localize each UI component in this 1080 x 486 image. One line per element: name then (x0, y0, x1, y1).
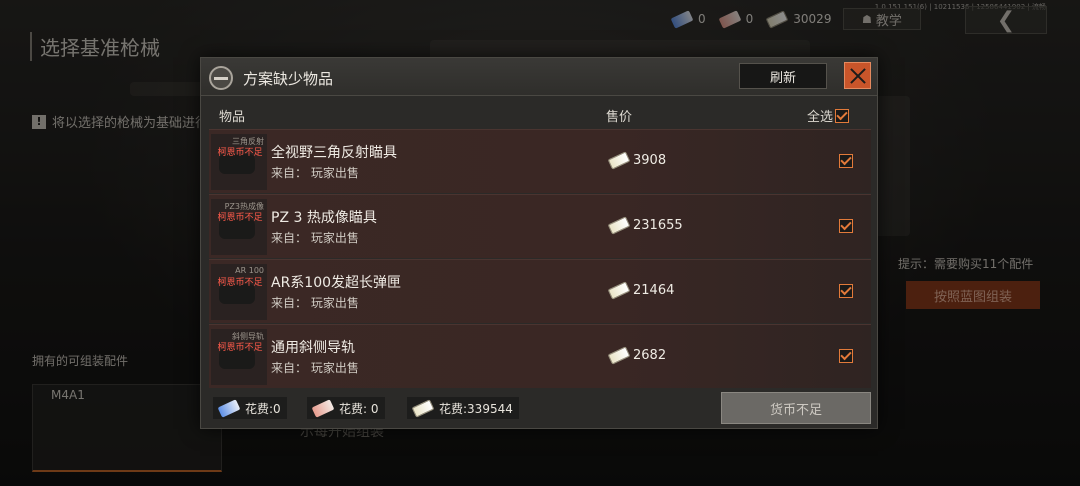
select-all-label: 全选 (807, 110, 834, 125)
item-price: 2682 (607, 346, 667, 365)
cash-icon (607, 216, 631, 235)
column-item: 物品 (219, 110, 246, 125)
select-all[interactable]: 全选 (807, 106, 850, 125)
cost-value: 花费:339544 (439, 401, 513, 416)
insufficient-warning: 柯恩币不足 (217, 213, 263, 223)
item-checkbox[interactable] (839, 349, 853, 363)
item-source: 来自： 玩家出售 (271, 166, 359, 180)
item-thumbnail: 三角反射 柯恩币不足 (211, 134, 267, 190)
dialog-footer: 花费:0 花费: 0 花费:339544 货币不足 (209, 390, 871, 426)
refresh-button[interactable]: 刷新 (739, 63, 827, 89)
item-source: 来自： 玩家出售 (271, 361, 359, 375)
cost-value: 花费:0 (245, 401, 281, 416)
item-name: PZ 3 热成像瞄具 (271, 210, 377, 226)
insufficient-warning: 柯恩币不足 (217, 343, 263, 353)
dialog-header: 方案缺少物品 刷新 (201, 58, 877, 96)
blue-chip-icon (217, 398, 241, 418)
cash-icon (411, 398, 435, 418)
item-thumbnail: PZ3热成像 柯恩币不足 (211, 199, 267, 255)
item-thumbnail: AR 100 柯恩币不足 (211, 264, 267, 320)
price-value: 231655 (633, 218, 683, 233)
cash-icon (607, 281, 631, 300)
price-value: 2682 (633, 348, 667, 363)
list-item[interactable]: 三角反射 柯恩币不足 全视野三角反射瞄具 来自： 玩家出售 3908 (209, 129, 871, 193)
item-price: 3908 (607, 151, 667, 170)
item-source: 来自： 玩家出售 (271, 296, 359, 310)
cost-pink: 花费: 0 (307, 397, 385, 419)
cost-value: 花费: 0 (339, 401, 379, 416)
missing-items-dialog: 方案缺少物品 刷新 物品 售价 全选 三角反射 柯恩币不足 全视野三角反射瞄具 … (200, 57, 878, 429)
price-value: 3908 (633, 153, 667, 168)
item-price: 21464 (607, 281, 675, 300)
dialog-title: 方案缺少物品 (243, 70, 334, 88)
insufficient-warning: 柯恩币不足 (217, 278, 263, 288)
thumb-tag: AR 100 (235, 266, 264, 275)
cash-icon (607, 346, 631, 365)
item-name: 通用斜侧导轨 (271, 340, 355, 356)
list-item[interactable]: AR 100 柯恩币不足 AR系100发超长弹匣 来自： 玩家出售 21464 (209, 259, 871, 323)
cost-blue: 花费:0 (213, 397, 287, 419)
insufficient-currency-button[interactable]: 货币不足 (721, 392, 871, 424)
item-checkbox[interactable] (839, 284, 853, 298)
list-item[interactable]: 斜侧导轨 柯恩币不足 通用斜侧导轨 来自： 玩家出售 2682 (209, 324, 871, 388)
select-all-checkbox[interactable] (835, 108, 850, 123)
item-list: 三角反射 柯恩币不足 全视野三角反射瞄具 来自： 玩家出售 3908 PZ3热成… (209, 129, 871, 389)
cash-icon (607, 151, 631, 170)
item-price: 231655 (607, 216, 683, 235)
list-item[interactable]: PZ3热成像 柯恩币不足 PZ 3 热成像瞄具 来自： 玩家出售 231655 (209, 194, 871, 258)
item-checkbox[interactable] (839, 154, 853, 168)
column-price: 售价 (606, 110, 633, 125)
item-name: AR系100发超长弹匣 (271, 275, 402, 291)
price-value: 21464 (633, 283, 675, 298)
column-headers: 物品 售价 全选 (209, 102, 871, 128)
item-checkbox[interactable] (839, 219, 853, 233)
cost-cash: 花费:339544 (407, 397, 519, 419)
item-thumbnail: 斜侧导轨 柯恩币不足 (211, 329, 267, 385)
close-button[interactable] (844, 62, 871, 89)
pink-chip-icon (311, 398, 335, 418)
item-name: 全视野三角反射瞄具 (271, 145, 397, 161)
emblem-icon (209, 66, 233, 90)
thumb-tag: 三角反射 (232, 137, 264, 146)
item-source: 来自： 玩家出售 (271, 231, 359, 245)
thumb-tag: 斜侧导轨 (232, 332, 264, 341)
insufficient-warning: 柯恩币不足 (217, 148, 263, 158)
thumb-tag: PZ3热成像 (224, 202, 264, 211)
